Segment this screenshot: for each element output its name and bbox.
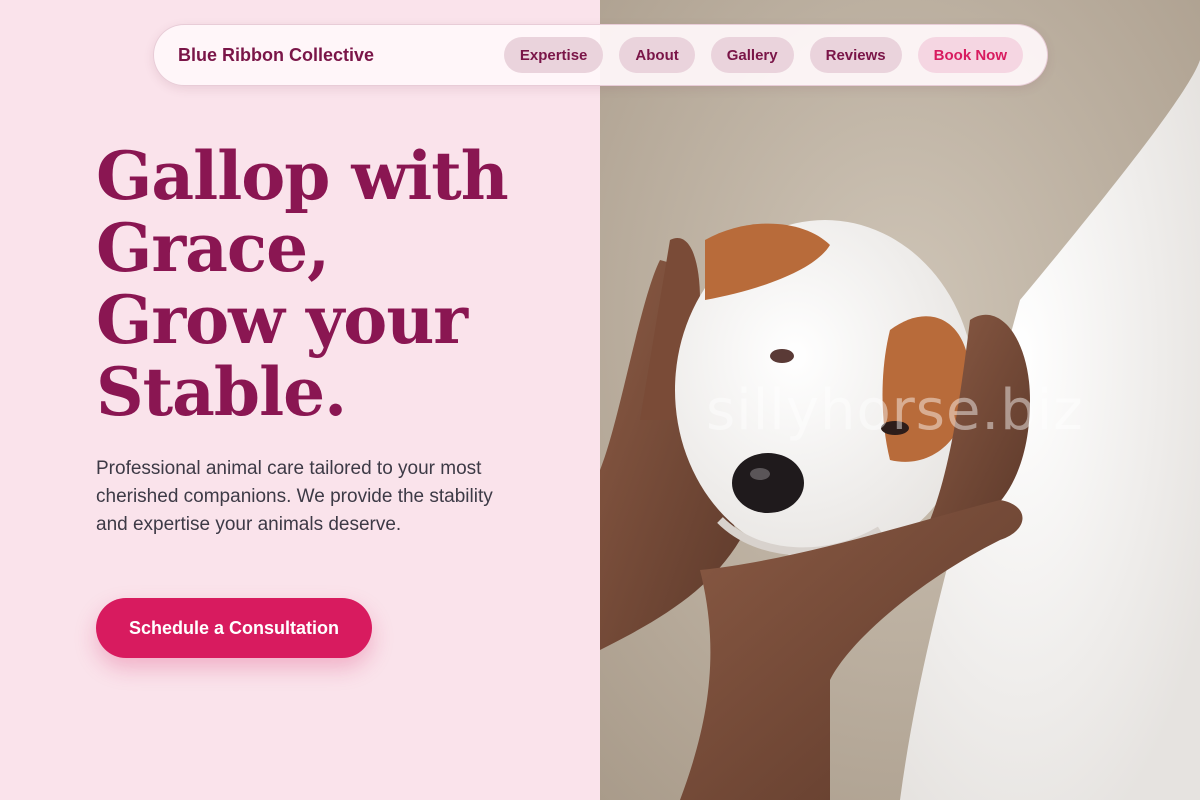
schedule-consultation-button[interactable]: Schedule a Consultation	[96, 598, 372, 658]
nav-link-gallery[interactable]: Gallery	[710, 37, 794, 73]
brand-logo-text[interactable]: Blue Ribbon Collective	[178, 45, 374, 66]
nav-links: Expertise About Gallery Reviews Book Now	[503, 37, 1023, 73]
watermark-text: sillyhorse.biz	[706, 378, 1084, 443]
hero-title: Gallop with Grace, Grow your Stable.	[96, 140, 556, 428]
nav-link-book-now[interactable]: Book Now	[917, 37, 1023, 73]
top-navbar: Blue Ribbon Collective Expertise About G…	[153, 24, 1048, 86]
nav-link-reviews[interactable]: Reviews	[809, 37, 902, 73]
hero-title-line-1: Gallop with	[96, 137, 509, 215]
hero-title-line-2: Grace,	[96, 209, 330, 287]
nav-link-expertise[interactable]: Expertise	[503, 37, 604, 73]
hero-title-line-4: Stable.	[96, 353, 347, 431]
nav-link-about[interactable]: About	[619, 37, 695, 73]
hero-title-line-3: Grow your	[96, 281, 468, 359]
hero-photo: sillyhorse.biz	[600, 0, 1200, 800]
hero-description: Professional animal care tailored to you…	[96, 458, 493, 535]
